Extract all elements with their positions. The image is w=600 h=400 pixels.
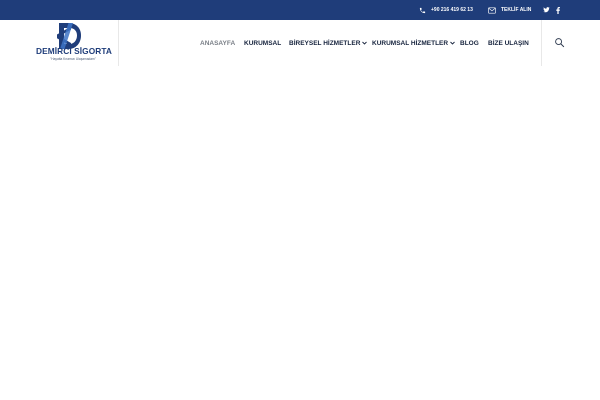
header-divider-left xyxy=(118,20,119,66)
nav-corporate-services-label: KURUMSAL HİZMETLER xyxy=(372,39,449,47)
quote-label: TEKLİF ALIN xyxy=(501,7,532,13)
nav-corporate-label: KURUMSAL xyxy=(244,39,282,47)
search-icon[interactable] xyxy=(554,37,565,48)
nav-contact-label: BİZE ULAŞIN xyxy=(488,39,529,47)
brand-slogan: "Hayatta Kıramızı Ulaşamadam" xyxy=(50,57,96,61)
header-divider-right xyxy=(541,20,542,66)
quote-link[interactable]: TEKLİF ALIN xyxy=(488,0,531,20)
nav-contact[interactable]: BİZE ULAŞIN xyxy=(488,37,529,49)
nav-home[interactable]: ANASAYFA xyxy=(200,37,235,49)
chevron-down-icon xyxy=(450,41,455,45)
top-bar: +90 216 419 62 13 TEKLİF ALIN xyxy=(0,0,600,20)
facebook-link[interactable] xyxy=(556,0,560,20)
nav-blog-label: BLOG xyxy=(460,39,479,47)
chevron-down-icon xyxy=(362,41,368,45)
phone-number: +90 216 419 62 13 xyxy=(431,7,473,13)
phone-link[interactable]: +90 216 419 62 13 xyxy=(419,0,473,20)
page-content-area xyxy=(0,66,600,400)
nav-corporate[interactable]: KURUMSAL xyxy=(244,37,281,49)
nav-blog[interactable]: BLOG xyxy=(460,37,479,49)
facebook-icon xyxy=(556,6,560,14)
phone-icon xyxy=(419,7,426,13)
brand-name: DEMİRCİ SİGORTA xyxy=(36,46,113,56)
mail-icon xyxy=(488,7,496,13)
nav-home-label: ANASAYFA xyxy=(200,39,236,47)
nav-personal-services-label: BİREYSEL HİZMETLER xyxy=(289,39,361,47)
twitter-icon xyxy=(543,7,550,13)
nav-corporate-services[interactable]: KURUMSAL HİZMETLER xyxy=(372,37,455,49)
twitter-link[interactable] xyxy=(543,0,550,20)
company-logo[interactable]: DEMİRCİ SİGORTA "Hayatta Kıramızı Ulaşam… xyxy=(36,22,113,64)
nav-personal-services[interactable]: BİREYSEL HİZMETLER xyxy=(289,37,368,49)
